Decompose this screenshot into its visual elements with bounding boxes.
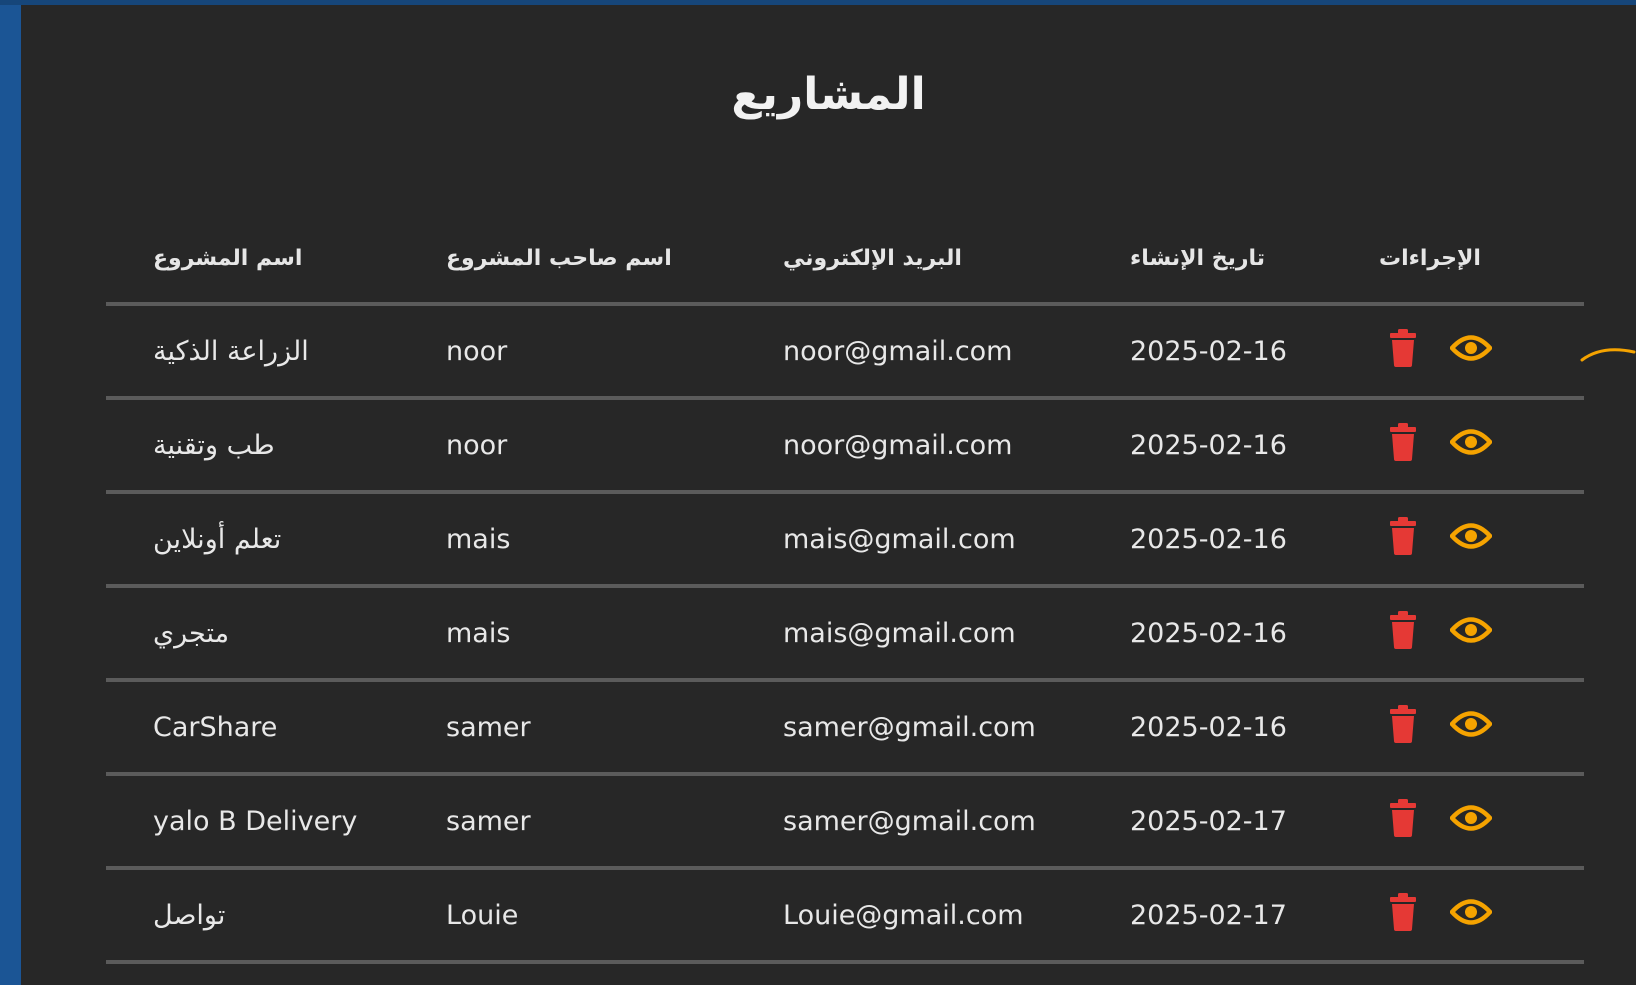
eye-icon: [1448, 521, 1494, 558]
project-name-cell: الزراعة الذكية: [153, 335, 309, 367]
project-name-cell: متجري: [153, 617, 230, 649]
view-button[interactable]: [1448, 803, 1494, 840]
column-header-project-name: اسم المشروع: [153, 245, 303, 271]
table-row: تعلم أونلاين mais mais@gmail.com 2025-02-16: [106, 494, 1584, 588]
view-button[interactable]: [1448, 333, 1494, 370]
project-name-cell: طب وتقنية: [153, 429, 275, 461]
email-cell: samer@gmail.com: [783, 711, 1036, 743]
actions-cell: [1379, 588, 1494, 678]
table-row: تواصل Louie Louie@gmail.com 2025-02-17: [106, 870, 1584, 964]
delete-button[interactable]: [1390, 328, 1416, 374]
email-cell: noor@gmail.com: [783, 335, 1013, 367]
trash-icon: [1390, 892, 1416, 938]
delete-button[interactable]: [1390, 798, 1416, 844]
table-row: طب وتقنية noor noor@gmail.com 2025-02-16: [106, 400, 1584, 494]
delete-button[interactable]: [1390, 610, 1416, 656]
email-cell: mais@gmail.com: [783, 617, 1016, 649]
table-row: CarShare samer samer@gmail.com 2025-02-16: [106, 682, 1584, 776]
table-row: الزراعة الذكية noor noor@gmail.com 2025-02-…: [106, 306, 1584, 400]
created-date-cell: 2025-02-16: [1130, 617, 1287, 649]
actions-cell: [1379, 776, 1494, 866]
projects-panel: المشاريع اسم المشروع اسم صاحب المشروع ال…: [21, 5, 1636, 985]
owner-name-cell: Louie: [446, 899, 519, 931]
email-cell: Louie@gmail.com: [783, 899, 1024, 931]
table-row: متجري mais mais@gmail.com 2025-02-16: [106, 588, 1584, 682]
page-title: المشاريع: [731, 69, 926, 120]
created-date-cell: 2025-02-16: [1130, 429, 1287, 461]
eye-icon: [1448, 333, 1494, 370]
owner-name-cell: noor: [446, 335, 508, 367]
trash-icon: [1390, 328, 1416, 374]
trash-icon: [1390, 704, 1416, 750]
owner-name-cell: noor: [446, 429, 508, 461]
email-cell: noor@gmail.com: [783, 429, 1013, 461]
owner-name-cell: mais: [446, 523, 511, 555]
column-header-owner-name: اسم صاحب المشروع: [446, 245, 672, 271]
view-button[interactable]: [1448, 427, 1494, 464]
created-date-cell: 2025-02-16: [1130, 711, 1287, 743]
project-name-cell: تواصل: [153, 899, 226, 931]
table-header-row: اسم المشروع اسم صاحب المشروع البريد الإل…: [106, 210, 1584, 306]
view-button[interactable]: [1448, 709, 1494, 746]
column-header-email: البريد الإلكتروني: [783, 245, 962, 271]
created-date-cell: 2025-02-16: [1130, 335, 1287, 367]
trash-icon: [1390, 516, 1416, 562]
owner-name-cell: mais: [446, 617, 511, 649]
column-header-created-date: تاريخ الإنشاء: [1130, 245, 1266, 271]
owner-name-cell: samer: [446, 805, 531, 837]
delete-button[interactable]: [1390, 892, 1416, 938]
column-header-actions: الإجراءات: [1379, 245, 1481, 271]
eye-icon: [1448, 897, 1494, 934]
project-name-cell: CarShare: [153, 711, 278, 743]
table-row: yalo B Delivery samer samer@gmail.com 2025-…: [106, 776, 1584, 870]
trash-icon: [1390, 610, 1416, 656]
email-cell: mais@gmail.com: [783, 523, 1016, 555]
eye-icon: [1448, 427, 1494, 464]
table-body: الزراعة الذكية noor noor@gmail.com 2025-02-…: [106, 306, 1584, 964]
actions-cell: [1379, 870, 1494, 960]
trash-icon: [1390, 798, 1416, 844]
owner-name-cell: samer: [446, 711, 531, 743]
actions-cell: [1379, 306, 1494, 396]
created-date-cell: 2025-02-16: [1130, 523, 1287, 555]
email-cell: samer@gmail.com: [783, 805, 1036, 837]
project-name-cell: yalo B Delivery: [153, 805, 358, 837]
delete-button[interactable]: [1390, 516, 1416, 562]
trash-icon: [1390, 422, 1416, 468]
eye-icon: [1448, 709, 1494, 746]
projects-table: اسم المشروع اسم صاحب المشروع البريد الإل…: [106, 210, 1584, 964]
eye-icon: [1448, 803, 1494, 840]
delete-button[interactable]: [1390, 704, 1416, 750]
created-date-cell: 2025-02-17: [1130, 899, 1287, 931]
decorative-curve: [1580, 348, 1636, 362]
view-button[interactable]: [1448, 521, 1494, 558]
actions-cell: [1379, 400, 1494, 490]
actions-cell: [1379, 494, 1494, 584]
actions-cell: [1379, 682, 1494, 772]
view-button[interactable]: [1448, 615, 1494, 652]
created-date-cell: 2025-02-17: [1130, 805, 1287, 837]
delete-button[interactable]: [1390, 422, 1416, 468]
view-button[interactable]: [1448, 897, 1494, 934]
project-name-cell: تعلم أونلاين: [153, 523, 282, 555]
eye-icon: [1448, 615, 1494, 652]
